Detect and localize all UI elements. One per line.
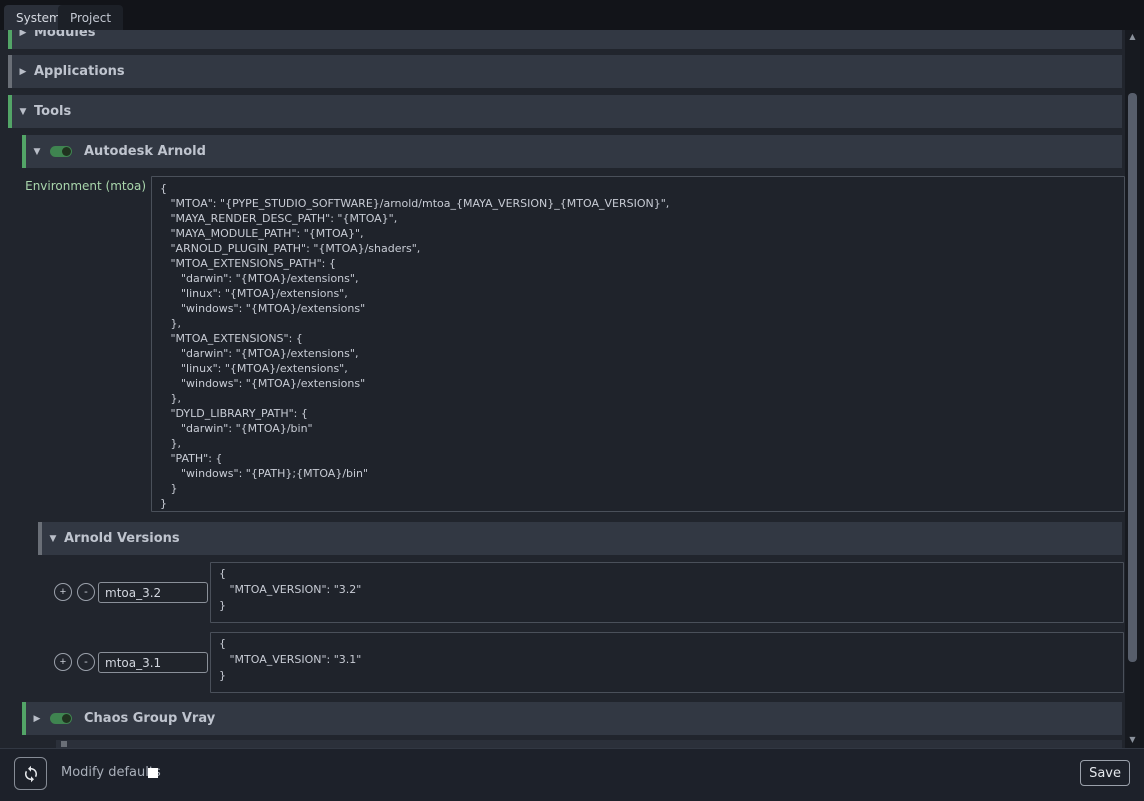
- version-name-input[interactable]: [98, 582, 208, 603]
- section-header-tools[interactable]: ▼ Tools: [8, 95, 1122, 128]
- env-mtoa-label: Environment (mtoa): [10, 179, 146, 193]
- chevron-down-icon: ▼: [42, 534, 64, 544]
- vertical-scrollbar[interactable]: ▲ ▼: [1125, 30, 1140, 748]
- chevron-right-icon: ▶: [12, 67, 34, 77]
- modify-defaults-checkbox[interactable]: [148, 768, 158, 778]
- tab-system-label: System: [16, 11, 61, 25]
- partial-chevron-icon: [61, 741, 67, 747]
- settings-scroll-area: ▶ Modules ▶ Applications ▼ Tools ▼ Autod…: [0, 30, 1125, 748]
- section-header-arnold-versions[interactable]: ▼ Arnold Versions: [38, 522, 1122, 555]
- arnold-versions-label: Arnold Versions: [64, 531, 180, 546]
- save-button[interactable]: Save: [1080, 760, 1130, 786]
- section-header-applications[interactable]: ▶ Applications: [8, 55, 1122, 88]
- scroll-down-button[interactable]: ▼: [1125, 733, 1140, 747]
- env-mtoa-json-textarea[interactable]: { "MTOA": "{PYPE_STUDIO_SOFTWARE}/arnold…: [151, 176, 1125, 512]
- toggle-knob: [62, 714, 71, 723]
- chevron-right-icon: ▶: [12, 30, 34, 38]
- section-header-arnold[interactable]: ▼ Autodesk Arnold: [22, 135, 1122, 168]
- scroll-up-button[interactable]: ▲: [1125, 30, 1140, 44]
- tab-bar: System Project: [0, 0, 1144, 30]
- version-json-textarea[interactable]: { "MTOA_VERSION": "3.2" }: [210, 562, 1124, 623]
- modify-defaults-label: Modify defaults: [61, 765, 161, 780]
- chevron-down-icon: ▼: [12, 107, 34, 117]
- add-version-button[interactable]: +: [54, 583, 72, 601]
- settings-window: System Project ▶ Modules ▶ Applications …: [0, 0, 1144, 801]
- footer-bar: Modify defaults Save: [0, 748, 1144, 801]
- add-version-button[interactable]: +: [54, 653, 72, 671]
- chevron-down-icon: ▼: [26, 147, 48, 157]
- remove-version-button[interactable]: -: [77, 583, 95, 601]
- next-section-partial: [56, 740, 1122, 748]
- section-modules-cut-wrap: ▶ Modules: [8, 30, 1122, 49]
- version-json-textarea[interactable]: { "MTOA_VERSION": "3.1" }: [210, 632, 1124, 693]
- version-name-input[interactable]: [98, 652, 208, 673]
- section-arnold-label: Autodesk Arnold: [84, 144, 206, 159]
- tab-project[interactable]: Project: [58, 5, 123, 30]
- toggle-knob: [62, 147, 71, 156]
- section-header-vray[interactable]: ▶ Chaos Group Vray: [22, 702, 1122, 735]
- refresh-icon: [22, 765, 40, 783]
- section-applications-label: Applications: [34, 64, 125, 79]
- section-tools-label: Tools: [34, 104, 71, 119]
- scrollbar-thumb[interactable]: [1128, 93, 1137, 662]
- tab-project-label: Project: [70, 11, 111, 25]
- arnold-enabled-toggle[interactable]: [50, 146, 72, 157]
- refresh-button[interactable]: [14, 757, 47, 790]
- chevron-right-icon: ▶: [26, 714, 48, 724]
- section-vray-label: Chaos Group Vray: [84, 711, 215, 726]
- vray-enabled-toggle[interactable]: [50, 713, 72, 724]
- section-header-modules[interactable]: ▶ Modules: [8, 30, 1122, 49]
- section-modules-label: Modules: [34, 30, 95, 40]
- remove-version-button[interactable]: -: [77, 653, 95, 671]
